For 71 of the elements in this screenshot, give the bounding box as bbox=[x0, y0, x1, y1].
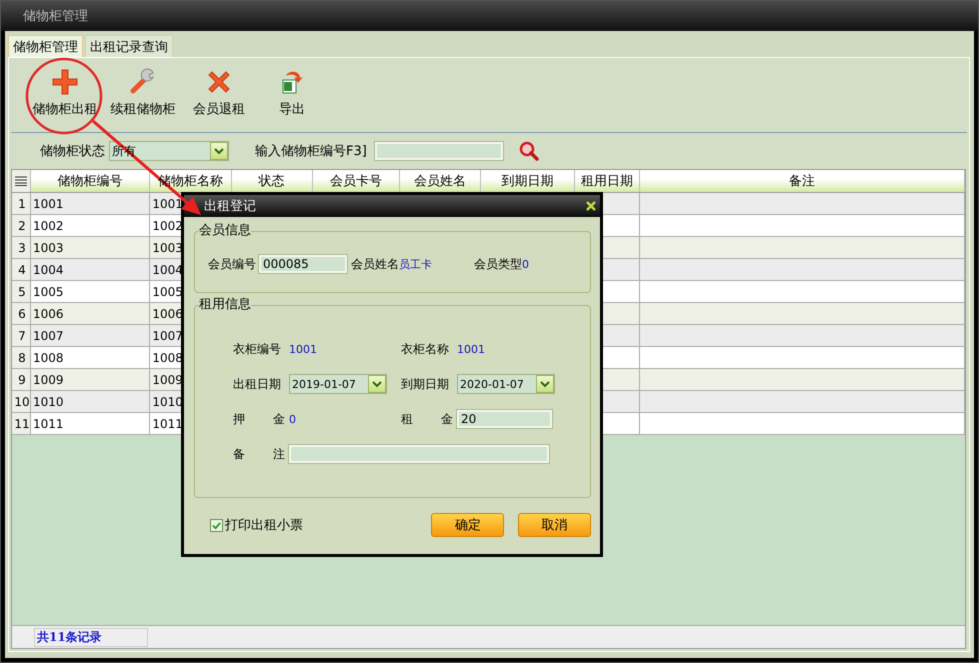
tab[interactable]: 储物柜管理 bbox=[8, 35, 83, 57]
table-cell: 1010 bbox=[33, 394, 64, 408]
toolbar-button[interactable]: 导出 bbox=[257, 68, 327, 132]
table-cell: 1011 bbox=[152, 416, 183, 430]
column-header[interactable]: 储物柜编号 bbox=[31, 170, 150, 192]
table-cell: 1006 bbox=[33, 306, 64, 320]
table-cell: 1002 bbox=[152, 218, 183, 232]
search-icon[interactable] bbox=[518, 141, 539, 161]
plus-icon bbox=[51, 68, 79, 96]
search-label: 输入储物柜编号F3] bbox=[255, 143, 367, 160]
member-name-value: 员工卡 bbox=[399, 256, 432, 272]
row-number: 10 bbox=[12, 391, 31, 412]
table-cell: 1011 bbox=[33, 416, 64, 430]
member-type-value: 0 bbox=[522, 258, 529, 270]
start-date-label: 出租日期 bbox=[233, 376, 282, 392]
search-field[interactable] bbox=[374, 142, 503, 160]
row-number: 5 bbox=[12, 281, 31, 302]
print-ticket-label: 打印出租小票 bbox=[225, 517, 303, 534]
group-title: 租用信息 bbox=[199, 297, 251, 313]
member-type-label: 会员类型 bbox=[474, 256, 522, 272]
table-cell: 1003 bbox=[152, 240, 183, 254]
dialog-button[interactable]: 确定 bbox=[431, 513, 504, 537]
table-cell: 1007 bbox=[33, 328, 64, 342]
table-cell: 1001 bbox=[33, 196, 64, 210]
table-cell: 1001 bbox=[152, 196, 183, 210]
rent-label: 租 金 bbox=[401, 410, 453, 428]
locker-number-value: 1001 bbox=[289, 342, 317, 356]
member-id-field[interactable]: 000085 bbox=[259, 255, 347, 273]
dialog-title: 出租登记 bbox=[204, 198, 256, 215]
dialog-button[interactable]: 取消 bbox=[518, 513, 591, 537]
table-cell: 1004 bbox=[152, 262, 183, 276]
column-header[interactable]: 备注 bbox=[640, 170, 966, 192]
locker-name-value: 1001 bbox=[457, 342, 485, 356]
status-label: 储物柜状态 bbox=[40, 143, 105, 160]
note-label: 备 注 bbox=[233, 446, 285, 462]
window-title: 储物柜管理 bbox=[23, 8, 88, 25]
row-number: 11 bbox=[12, 413, 31, 434]
table-cell: 1007 bbox=[152, 328, 183, 342]
row-number: 1 bbox=[12, 193, 31, 214]
table-cell: 1005 bbox=[152, 284, 183, 298]
group-title: 会员信息 bbox=[199, 223, 251, 239]
table-cell: 1009 bbox=[33, 372, 64, 386]
start-date-picker[interactable]: 2019-01-07 bbox=[289, 374, 387, 394]
member-name-label: 会员姓名 bbox=[351, 256, 399, 272]
locker-number-label: 衣柜编号 bbox=[233, 340, 282, 358]
deposit-label: 押 金 bbox=[233, 410, 285, 428]
row-number: 4 bbox=[12, 259, 31, 280]
toolbar-button[interactable]: 会员退租 bbox=[183, 68, 255, 132]
row-number: 7 bbox=[12, 325, 31, 346]
table-cell: 1008 bbox=[33, 350, 64, 364]
close-icon[interactable] bbox=[586, 201, 596, 211]
deposit-value: 0 bbox=[289, 412, 296, 426]
table-cell: 1005 bbox=[33, 284, 64, 298]
wrench-icon bbox=[129, 68, 157, 96]
row-number: 8 bbox=[12, 347, 31, 368]
table-cell: 1002 bbox=[33, 218, 64, 232]
end-date-label: 到期日期 bbox=[401, 376, 450, 392]
row-menu-icon[interactable] bbox=[12, 170, 31, 192]
checkbox[interactable] bbox=[210, 518, 223, 532]
member-id-label: 会员编号 bbox=[208, 256, 256, 272]
table-cell: 1004 bbox=[33, 262, 64, 276]
locker-name-label: 衣柜名称 bbox=[401, 340, 450, 358]
table-cell: 1003 bbox=[33, 240, 64, 254]
note-field[interactable] bbox=[289, 445, 549, 463]
tab[interactable]: 出租记录查询 bbox=[85, 35, 173, 57]
toolbar-button[interactable]: 续租储物柜 bbox=[105, 68, 181, 132]
toolbar-button[interactable]: 储物柜出租 bbox=[27, 68, 103, 132]
rent-field[interactable]: 20 bbox=[457, 410, 552, 428]
row-number: 2 bbox=[12, 215, 31, 236]
end-date-picker[interactable]: 2020-01-07 bbox=[457, 374, 555, 394]
record-count: 共11条记录 bbox=[34, 628, 148, 646]
